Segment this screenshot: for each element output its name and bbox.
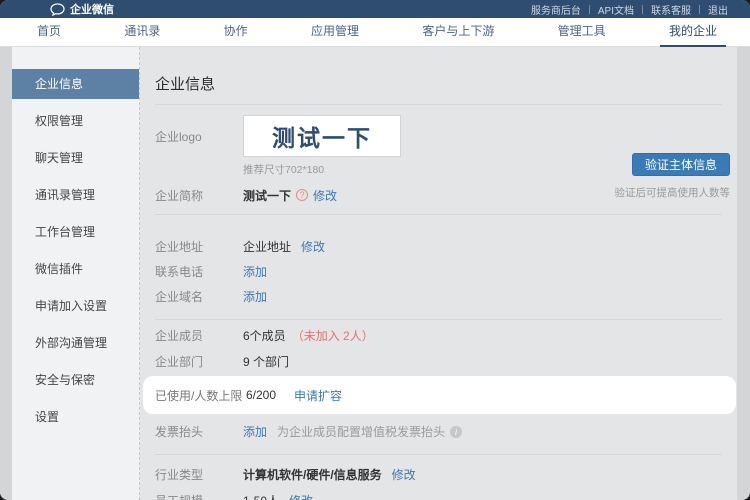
departments-value: 9 个部门	[243, 353, 289, 370]
quota-expand-link[interactable]: 申请扩容	[294, 387, 342, 404]
topbar: 企业微信 服务商后台 API文档 联系客服 退出	[0, 0, 750, 18]
invoice-add-link[interactable]: 添加	[243, 423, 267, 440]
verify-hint: 验证后可提高使用人数等	[615, 185, 731, 200]
quota-value: 6/200	[246, 388, 276, 402]
members-value: 6个成员	[243, 327, 286, 344]
address-row: 企业地址 企业地址 修改	[155, 234, 737, 259]
nav-admin-tools[interactable]: 管理工具	[549, 18, 615, 47]
company-logo-image[interactable]: 测试一下	[243, 115, 401, 157]
nav-contacts[interactable]: 通讯录	[115, 18, 169, 47]
departments-label: 企业部门	[155, 353, 243, 370]
chat-bubble-icon	[50, 3, 65, 16]
industry-edit-link[interactable]: 修改	[392, 466, 416, 483]
company-logo-row: 企业logo 测试一下	[155, 115, 737, 157]
short-name-value: 测试一下	[243, 187, 291, 204]
nav-customers[interactable]: 客户与上下游	[413, 18, 503, 47]
sidebar-item-company-info[interactable]: 企业信息	[12, 69, 139, 99]
sidebar-item-chat-management[interactable]: 聊天管理	[12, 143, 139, 173]
industry-label: 行业类型	[155, 466, 243, 483]
sidebar-item-wechat-plugin[interactable]: 微信插件	[12, 254, 139, 284]
short-name-edit-link[interactable]: 修改	[313, 187, 337, 204]
main-panel: 企业信息 企业logo 测试一下 推荐尺寸702*180 企业简称 测试一下 ?…	[140, 47, 737, 500]
sidebar-item-contacts-management[interactable]: 通讯录管理	[12, 180, 139, 210]
nav-collaboration[interactable]: 协作	[215, 18, 257, 47]
address-label: 企业地址	[155, 238, 243, 255]
staff-scale-row: 员工规模 1-50人 修改	[155, 487, 737, 500]
members-row: 企业成员 6个成员 （未加入 2人）	[155, 322, 737, 348]
topbar-link-support[interactable]: 联系客服	[643, 2, 699, 17]
departments-row: 企业部门 9 个部门	[155, 348, 737, 374]
short-name-label: 企业简称	[155, 187, 243, 204]
industry-row: 行业类型 计算机软件/硬件/信息服务 修改	[155, 461, 737, 487]
brand: 企业微信	[50, 1, 114, 17]
verify-entity-button[interactable]: 验证主体信息	[632, 153, 730, 176]
contact-group: 企业地址 企业地址 修改 联系电话 添加 企业域名 添加	[155, 228, 737, 309]
invoice-desc: 为企业成员配置增值税发票抬头	[277, 423, 445, 440]
quota-row: 已使用/人数上限 6/200 申请扩容	[143, 376, 736, 414]
divider	[155, 214, 722, 215]
company-logo-label: 企业logo	[155, 128, 243, 145]
phone-add-link[interactable]: 添加	[243, 263, 267, 280]
address-value: 企业地址	[243, 238, 291, 255]
main-nav: 首页 通讯录 协作 应用管理 客户与上下游 管理工具 我的企业	[0, 18, 750, 47]
sidebar-item-settings[interactable]: 设置	[12, 402, 139, 432]
staff-scale-value: 1-50人	[243, 492, 279, 500]
invoice-row: 发票抬头 添加 为企业成员配置增值税发票抬头 i	[155, 419, 737, 444]
members-label: 企业成员	[155, 327, 243, 344]
domain-add-link[interactable]: 添加	[243, 288, 267, 305]
sidebar-item-join-settings[interactable]: 申请加入设置	[12, 291, 139, 321]
sidebar-item-workbench[interactable]: 工作台管理	[12, 217, 139, 247]
members-group: 企业成员 6个成员 （未加入 2人） 企业部门 9 个部门	[155, 320, 737, 374]
sidebar: 企业信息 权限管理 聊天管理 通讯录管理 工作台管理 微信插件 申请加入设置 外…	[12, 47, 140, 500]
topbar-link-api-docs[interactable]: API文档	[590, 2, 642, 17]
sidebar-item-permissions[interactable]: 权限管理	[12, 106, 139, 136]
staff-scale-label: 员工规模	[155, 492, 243, 500]
nav-home[interactable]: 首页	[28, 18, 70, 47]
phone-label: 联系电话	[155, 263, 243, 280]
brand-label: 企业微信	[70, 1, 114, 17]
nav-my-company[interactable]: 我的企业	[660, 18, 726, 47]
topbar-link-provider[interactable]: 服务商后台	[523, 2, 589, 17]
nav-app-management[interactable]: 应用管理	[302, 18, 368, 47]
address-edit-link[interactable]: 修改	[301, 238, 325, 255]
info-icon[interactable]: i	[450, 426, 462, 438]
members-not-joined: （未加入 2人）	[292, 327, 374, 344]
domain-label: 企业域名	[155, 288, 243, 305]
content-layout: 企业信息 权限管理 聊天管理 通讯录管理 工作台管理 微信插件 申请加入设置 外…	[0, 47, 750, 500]
sidebar-item-security[interactable]: 安全与保密	[12, 365, 139, 395]
staff-scale-edit-link[interactable]: 修改	[289, 492, 313, 500]
sidebar-item-external-comm[interactable]: 外部沟通管理	[12, 328, 139, 358]
invoice-label: 发票抬头	[155, 423, 243, 440]
phone-row: 联系电话 添加	[155, 259, 737, 284]
topbar-link-logout[interactable]: 退出	[700, 2, 736, 17]
help-icon[interactable]: ?	[296, 189, 308, 201]
industry-group: 行业类型 计算机软件/硬件/信息服务 修改 员工规模 1-50人 修改	[155, 455, 737, 500]
divider	[155, 104, 722, 105]
app-window: 企业微信 服务商后台 API文档 联系客服 退出 首页 通讯录 协作 应用管理 …	[0, 0, 750, 500]
industry-value: 计算机软件/硬件/信息服务	[243, 466, 382, 483]
domain-row: 企业域名 添加	[155, 284, 737, 309]
page-title: 企业信息	[155, 47, 737, 94]
quota-label: 已使用/人数上限	[155, 387, 246, 404]
topbar-links: 服务商后台 API文档 联系客服 退出	[523, 2, 736, 17]
